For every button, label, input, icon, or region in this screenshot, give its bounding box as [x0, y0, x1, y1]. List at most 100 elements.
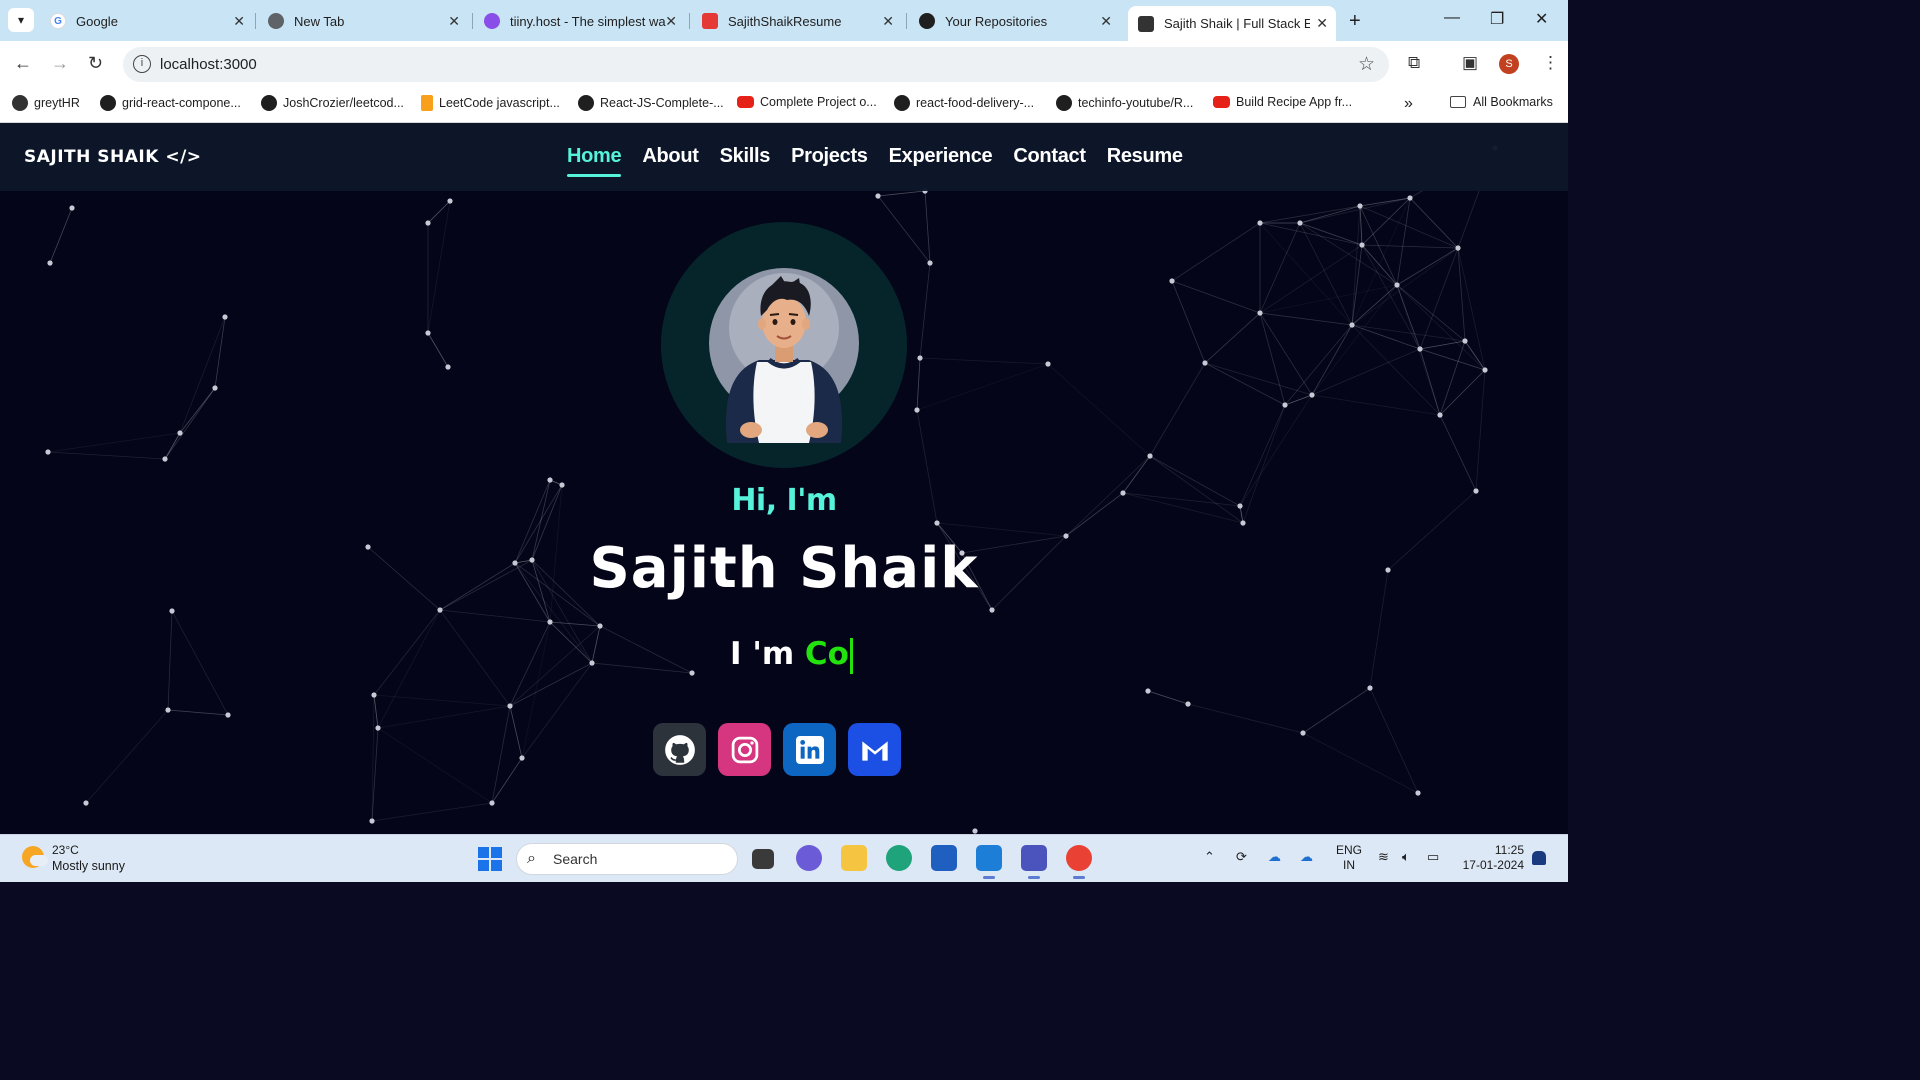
- github-icon: [261, 95, 277, 111]
- minimize-icon[interactable]: —: [1444, 9, 1460, 27]
- weather-description[interactable]: Mostly sunny: [52, 859, 125, 873]
- nav-about[interactable]: About: [642, 145, 699, 168]
- onedrive-icon[interactable]: ☁: [1268, 849, 1281, 865]
- forward-icon[interactable]: →: [51, 53, 69, 74]
- close-icon[interactable]: ✕: [1100, 13, 1112, 30]
- network-link: [377, 609, 441, 729]
- close-icon[interactable]: ✕: [448, 13, 460, 30]
- network-link: [373, 694, 379, 729]
- typewriter-role: I 'm Co: [730, 636, 853, 674]
- notification-bell-icon[interactable]: [1532, 851, 1546, 865]
- microsoft-store-icon[interactable]: [931, 845, 957, 871]
- tab-title: New Tab: [294, 13, 345, 29]
- all-bookmarks-folder[interactable]: All Bookmarks: [1450, 95, 1553, 109]
- tab-title: Your Repositories: [945, 13, 1048, 29]
- site-info-icon[interactable]: i: [133, 55, 151, 73]
- language-indicator[interactable]: ENG IN: [1336, 843, 1362, 873]
- gmail-icon: [861, 740, 888, 761]
- restore-icon[interactable]: ❐: [1490, 9, 1504, 29]
- bookmark-item[interactable]: Build Recipe App fr...: [1213, 95, 1352, 109]
- sync-icon[interactable]: ⟳: [1236, 849, 1247, 865]
- nav-experience[interactable]: Experience: [889, 145, 993, 168]
- leetcode-icon: [421, 95, 433, 111]
- vscode-icon[interactable]: [976, 845, 1002, 879]
- network-link: [549, 621, 601, 627]
- network-node: [1202, 360, 1208, 366]
- nav-contact[interactable]: Contact: [1013, 145, 1086, 168]
- new-tab-icon[interactable]: +: [1349, 10, 1361, 33]
- tab-portfolio-active[interactable]: Sajith Shaik | Full Stack Eng ✕: [1128, 6, 1336, 41]
- bookmark-item[interactable]: greytHR: [12, 95, 80, 111]
- bookmark-item[interactable]: techinfo-youtube/R...: [1056, 95, 1193, 111]
- network-link: [1311, 348, 1421, 396]
- close-window-icon[interactable]: ✕: [1535, 9, 1548, 29]
- bookmark-item[interactable]: Complete Project o...: [737, 95, 877, 109]
- weather-sun-cloud-icon[interactable]: [22, 846, 48, 868]
- extensions-icon[interactable]: ⧉: [1408, 53, 1420, 73]
- address-bar[interactable]: i localhost:3000 ☆: [123, 47, 1389, 82]
- network-node: [989, 607, 995, 613]
- task-view-icon[interactable]: [752, 849, 774, 869]
- bookmark-star-icon[interactable]: ☆: [1358, 53, 1375, 76]
- nav-home[interactable]: Home: [567, 145, 622, 177]
- network-node: [1407, 195, 1413, 201]
- gmail-link[interactable]: [848, 723, 901, 776]
- tab-tiiny[interactable]: tiiny.host - The simplest wa ✕: [484, 6, 677, 36]
- nav-resume[interactable]: Resume: [1107, 145, 1183, 168]
- profile-avatar[interactable]: S: [1499, 54, 1519, 74]
- network-node: [1417, 346, 1423, 352]
- close-icon[interactable]: ✕: [1316, 15, 1328, 32]
- edge-icon[interactable]: [886, 845, 912, 871]
- role-typed-text: Co: [804, 636, 849, 672]
- bookmark-item[interactable]: react-food-delivery-...: [894, 95, 1034, 111]
- more-bookmarks-icon[interactable]: »: [1404, 95, 1413, 113]
- system-clock[interactable]: 11:25 17-01-2024: [1458, 843, 1524, 873]
- network-node: [589, 660, 595, 666]
- tab-new-tab[interactable]: New Tab ✕: [268, 6, 460, 36]
- youtube-icon: [737, 96, 754, 108]
- network-link: [521, 621, 551, 759]
- back-icon[interactable]: ←: [14, 53, 32, 74]
- close-icon[interactable]: ✕: [233, 13, 245, 30]
- portfolio-page: SAJITH SHAIK </> Home About Skills Proje…: [0, 123, 1568, 834]
- reload-icon[interactable]: ↻: [88, 53, 103, 74]
- github-link[interactable]: [653, 723, 706, 776]
- menu-kebab-icon[interactable]: ⋮: [1542, 53, 1559, 73]
- chrome-taskbar-icon[interactable]: [1066, 845, 1092, 879]
- battery-icon[interactable]: ▭: [1427, 849, 1439, 865]
- bookmark-item[interactable]: React-JS-Complete-...: [578, 95, 724, 111]
- taskbar-search[interactable]: ⌕ Search: [516, 843, 738, 875]
- bookmark-item[interactable]: JoshCrozier/leetcod...: [261, 95, 404, 111]
- nav-projects[interactable]: Projects: [791, 145, 868, 168]
- network-node: [927, 260, 933, 266]
- teams-icon[interactable]: [1021, 845, 1047, 879]
- weather-temperature[interactable]: 23°C: [52, 843, 79, 857]
- show-hidden-icons-chevron[interactable]: ⌃: [1204, 849, 1215, 865]
- tab-resume[interactable]: SajithShaikResume ✕: [702, 6, 894, 36]
- volume-icon[interactable]: 🔈︎: [1402, 849, 1410, 865]
- instagram-link[interactable]: [718, 723, 771, 776]
- site-logo[interactable]: SAJITH SHAIK </>: [24, 147, 202, 167]
- tab-repositories[interactable]: Your Repositories ✕: [919, 6, 1112, 36]
- close-icon[interactable]: ✕: [665, 13, 677, 30]
- network-link: [1187, 703, 1304, 734]
- network-node: [437, 607, 443, 613]
- tab-search-button[interactable]: ▾: [8, 8, 34, 32]
- meet-chat-icon[interactable]: [796, 845, 822, 871]
- side-panel-icon[interactable]: ▣: [1462, 53, 1478, 73]
- network-node: [1415, 790, 1421, 796]
- wifi-icon[interactable]: ≋: [1378, 849, 1389, 865]
- linkedin-link[interactable]: [783, 723, 836, 776]
- network-link: [1171, 280, 1206, 364]
- network-node: [1300, 730, 1306, 736]
- windows-start-icon[interactable]: [478, 847, 502, 871]
- close-icon[interactable]: ✕: [882, 13, 894, 30]
- nav-skills[interactable]: Skills: [720, 145, 771, 168]
- network-link: [1259, 312, 1313, 396]
- file-explorer-icon[interactable]: [841, 845, 867, 871]
- onedrive-business-icon[interactable]: ☁: [1300, 849, 1313, 865]
- network-node: [375, 725, 381, 731]
- tab-google[interactable]: G Google ✕: [50, 6, 245, 36]
- bookmark-item[interactable]: grid-react-compone...: [100, 95, 241, 111]
- bookmark-item[interactable]: LeetCode javascript...: [421, 95, 560, 111]
